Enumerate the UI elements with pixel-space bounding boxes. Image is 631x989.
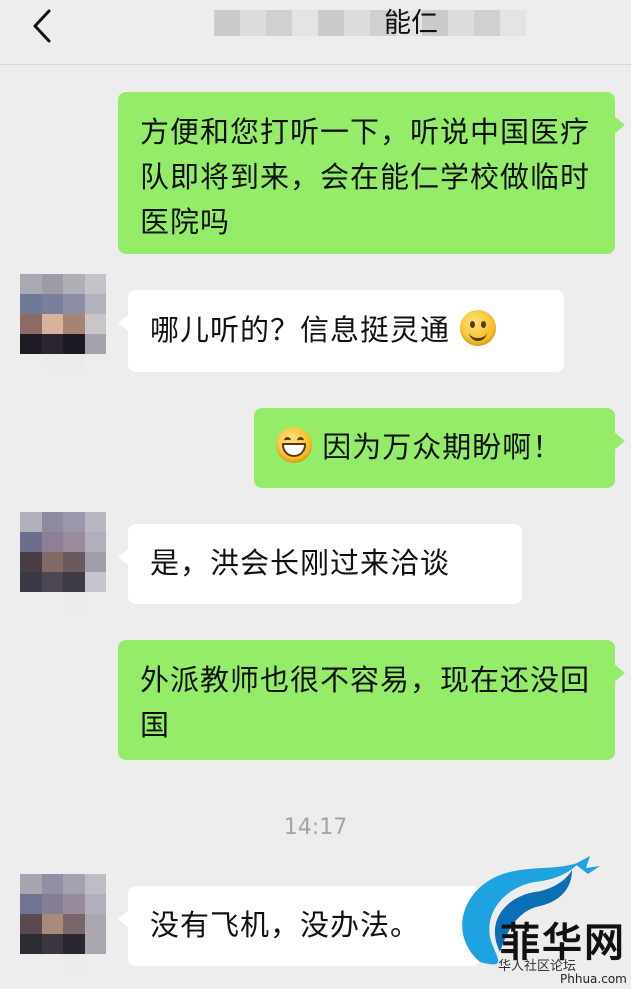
chat-title: 能仁 xyxy=(384,8,438,39)
avatar[interactable] xyxy=(20,512,106,612)
watermark-url: Phhua.com xyxy=(560,972,627,986)
message-incoming[interactable]: 是，洪会长刚过来洽谈 xyxy=(118,524,522,604)
message-text: 是，洪会长刚过来洽谈 xyxy=(150,546,451,580)
chevron-left-icon xyxy=(33,9,51,43)
message-incoming[interactable]: 没有飞机，没办法。 xyxy=(118,886,480,966)
avatar[interactable] xyxy=(20,874,106,974)
chat-header: 能仁 xyxy=(0,0,631,65)
message-outgoing[interactable]: 因为万众期盼啊！ xyxy=(254,408,625,488)
message-outgoing[interactable]: 外派教师也很不容易，现在还没回国 xyxy=(118,640,625,760)
message-text: 方便和您打听一下，听说中国医疗队即将到来，会在能仁学校做临时医院吗 xyxy=(140,115,591,239)
back-button[interactable] xyxy=(22,6,62,46)
grin-emoji-icon xyxy=(276,427,312,463)
slight-smile-emoji-icon xyxy=(460,310,497,346)
blurred-contact-name xyxy=(214,10,526,36)
message-text: 没有飞机，没办法。 xyxy=(150,908,421,942)
message-incoming[interactable]: 哪儿听的？信息挺灵通 xyxy=(118,290,564,372)
avatar[interactable] xyxy=(20,274,106,374)
message-timestamp: 14:17 xyxy=(283,815,348,840)
message-text: 外派教师也很不容易，现在还没回国 xyxy=(140,663,591,742)
message-text: 因为万众期盼啊！ xyxy=(322,430,563,464)
message-outgoing[interactable]: 方便和您打听一下，听说中国医疗队即将到来，会在能仁学校做临时医院吗 xyxy=(118,92,625,254)
message-text: 哪儿听的？信息挺灵通 xyxy=(150,313,451,347)
